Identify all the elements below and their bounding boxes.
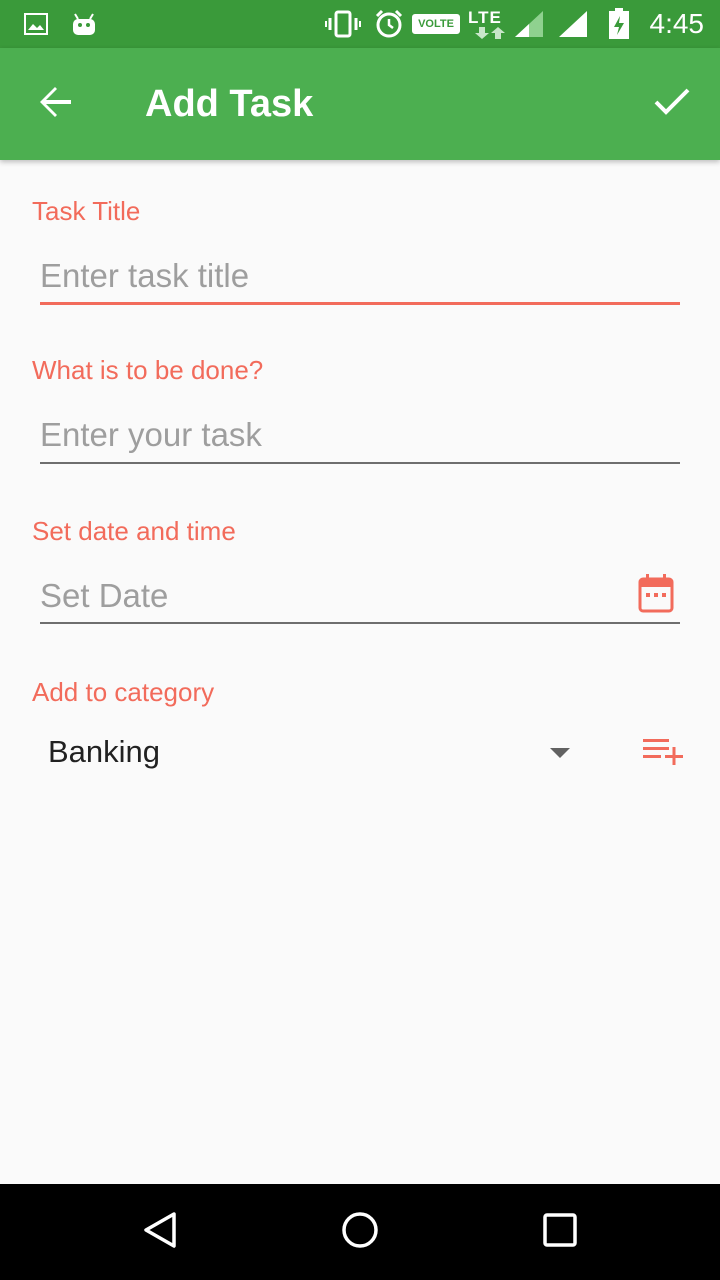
task-title-underline bbox=[40, 302, 680, 305]
alarm-icon bbox=[372, 0, 406, 48]
date-picker-button[interactable] bbox=[632, 570, 680, 620]
page-title: Add Task bbox=[145, 83, 314, 125]
task-description-label: What is to be done? bbox=[32, 355, 264, 385]
nav-back-icon bbox=[140, 1210, 180, 1255]
task-title-label: Task Title bbox=[32, 196, 141, 226]
task-description-input[interactable] bbox=[40, 407, 680, 463]
playlist-add-icon bbox=[641, 735, 685, 772]
data-arrows-icon bbox=[472, 26, 508, 40]
status-time: 4:45 bbox=[649, 8, 705, 39]
task-description-underline bbox=[40, 462, 680, 464]
vibrate-icon bbox=[324, 0, 362, 48]
volte-badge: VOLTE bbox=[412, 14, 460, 34]
save-task-button[interactable] bbox=[636, 66, 708, 142]
android-icon bbox=[70, 0, 98, 48]
category-selected-value: Banking bbox=[48, 734, 161, 769]
signal-icon bbox=[512, 0, 546, 48]
category-dropdown[interactable]: Banking bbox=[32, 722, 592, 782]
task-title-input[interactable] bbox=[40, 248, 680, 304]
nav-recents-button[interactable] bbox=[510, 1184, 610, 1280]
calendar-icon bbox=[638, 573, 674, 618]
date-input[interactable] bbox=[40, 568, 620, 624]
category-label: Add to category bbox=[32, 677, 215, 707]
back-arrow-icon bbox=[38, 84, 74, 125]
nav-back-button[interactable] bbox=[110, 1184, 210, 1280]
date-underline bbox=[40, 622, 680, 624]
date-label: Set date and time bbox=[32, 516, 236, 546]
add-category-button[interactable] bbox=[636, 728, 690, 778]
dropdown-arrow-icon bbox=[550, 748, 570, 758]
image-icon bbox=[22, 0, 50, 48]
back-button[interactable] bbox=[20, 66, 92, 142]
network-type: LTE bbox=[468, 8, 502, 27]
system-navigation-bar bbox=[0, 1184, 720, 1280]
app-bar: Add Task bbox=[0, 48, 720, 160]
battery-charging-icon bbox=[606, 0, 632, 48]
signal-icon bbox=[556, 0, 590, 48]
check-icon bbox=[652, 86, 692, 123]
nav-recents-icon bbox=[542, 1212, 578, 1253]
status-bar: VOLTE LTE 4:45 bbox=[0, 0, 720, 48]
nav-home-button[interactable] bbox=[310, 1184, 410, 1280]
nav-home-icon bbox=[340, 1210, 380, 1255]
